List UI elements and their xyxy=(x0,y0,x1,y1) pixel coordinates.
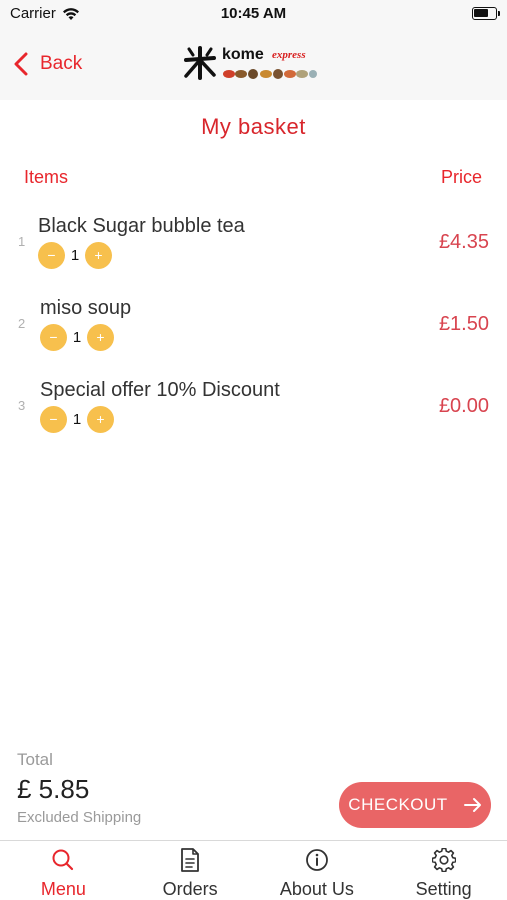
item-price: £1.50 xyxy=(438,313,489,335)
increase-quantity-button[interactable]: + xyxy=(85,242,112,269)
quantity-value: 1 xyxy=(70,247,80,264)
quantity-stepper: − 1 + xyxy=(38,242,112,269)
basket-item-row: 3 Special offer 10% Discount − 1 + £0.00 xyxy=(0,374,507,446)
tab-setting[interactable]: Setting xyxy=(380,841,507,900)
quantity-value: 1 xyxy=(72,411,82,428)
item-name: Special offer 10% Discount xyxy=(40,379,280,401)
page-title: My basket xyxy=(201,114,306,139)
food-illustrations-icon xyxy=(223,69,317,79)
gear-icon xyxy=(431,847,457,873)
shipping-note: Excluded Shipping xyxy=(17,809,142,826)
document-icon xyxy=(177,847,203,873)
item-price: £4.35 xyxy=(438,231,489,253)
decrease-quantity-button[interactable]: − xyxy=(40,324,67,351)
status-bar: Carrier 10:45 AM xyxy=(0,0,507,28)
quantity-stepper: − 1 + xyxy=(40,406,114,433)
total-value: £ 5.85 xyxy=(17,774,90,804)
quantity-stepper: − 1 + xyxy=(40,324,114,351)
basket-item-row: 2 miso soup − 1 + £1.50 xyxy=(0,292,507,364)
logo-tag-text: express xyxy=(272,49,306,61)
tab-menu[interactable]: Menu xyxy=(0,841,127,900)
tab-about-us[interactable]: About Us xyxy=(254,841,381,900)
back-button[interactable]: Back xyxy=(14,48,82,80)
tab-orders-label: Orders xyxy=(162,879,218,899)
decrease-quantity-button[interactable]: − xyxy=(38,242,65,269)
tab-orders[interactable]: Orders xyxy=(127,841,254,900)
tab-bar: Menu Orders About Us Setting xyxy=(0,840,507,900)
checkout-button[interactable]: CHECKOUT xyxy=(339,782,491,828)
price-column-header: Price xyxy=(440,167,482,187)
rice-kanji-icon xyxy=(184,46,216,80)
info-icon xyxy=(304,847,330,873)
item-name: Black Sugar bubble tea xyxy=(38,215,245,237)
items-column-header: Items xyxy=(24,167,69,187)
chevron-left-icon xyxy=(14,52,28,76)
back-label: Back xyxy=(40,53,83,74)
increase-quantity-button[interactable]: + xyxy=(87,406,114,433)
tab-setting-label: Setting xyxy=(415,879,472,899)
item-price: £0.00 xyxy=(438,395,489,417)
item-index: 2 xyxy=(18,316,26,331)
search-icon xyxy=(50,847,76,873)
logo-brand-text: kome xyxy=(222,46,264,63)
checkout-label: CHECKOUT xyxy=(348,795,448,814)
total-label: Total xyxy=(17,750,53,769)
status-time: 10:45 AM xyxy=(220,5,287,22)
increase-quantity-button[interactable]: + xyxy=(87,324,114,351)
basket-item-row: 1 Black Sugar bubble tea − 1 + £4.35 xyxy=(0,210,507,282)
arrow-right-icon xyxy=(463,798,481,812)
item-name: miso soup xyxy=(40,297,132,319)
item-index: 3 xyxy=(18,398,26,413)
item-index: 1 xyxy=(18,234,26,249)
tab-menu-label: Menu xyxy=(40,879,86,899)
kome-express-logo: kome express xyxy=(182,46,322,82)
tab-about-us-label: About Us xyxy=(279,879,354,899)
battery-icon xyxy=(472,7,500,20)
decrease-quantity-button[interactable]: − xyxy=(40,406,67,433)
quantity-value: 1 xyxy=(72,329,82,346)
navigation-bar: Back kome express xyxy=(0,28,507,100)
